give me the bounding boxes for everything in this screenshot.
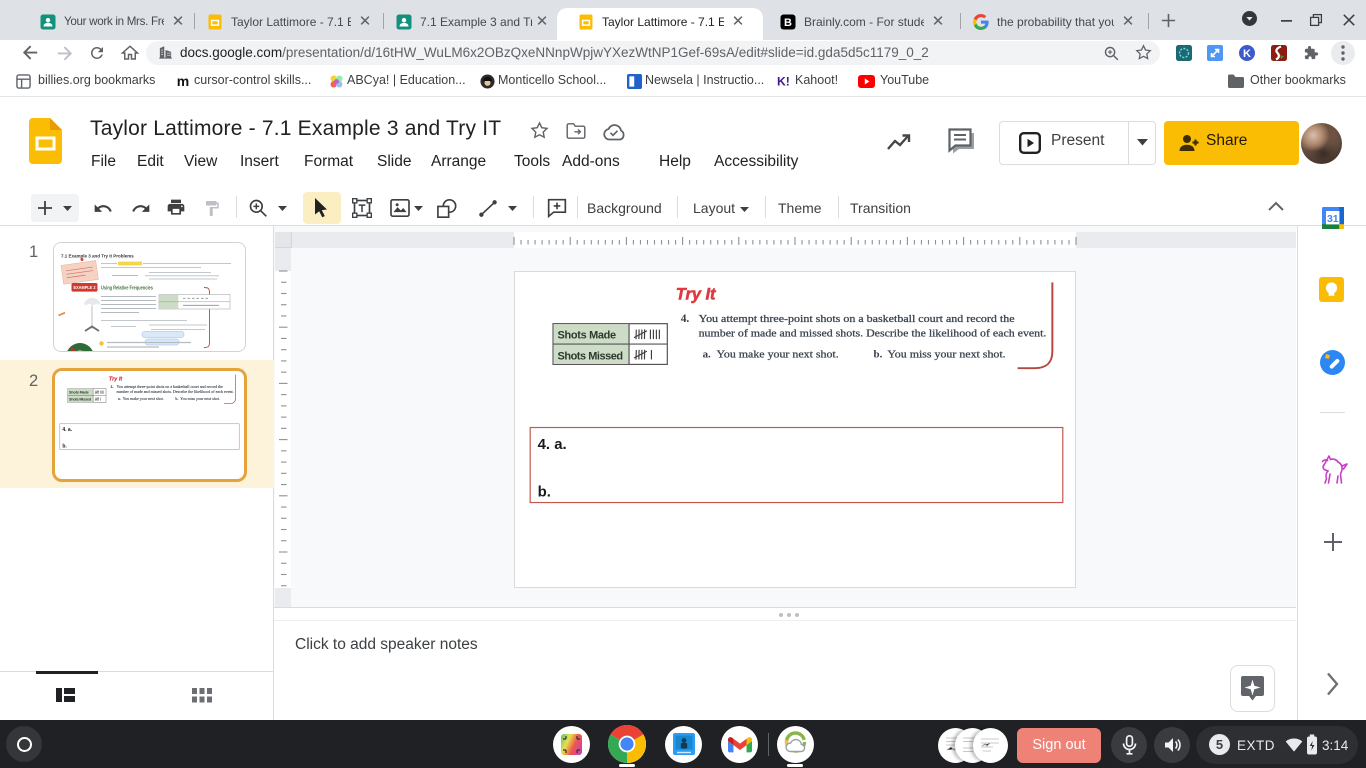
svg-text:Using Relative Frequencies: Using Relative Frequencies	[101, 286, 153, 292]
svg-text:7.1 Example 3 and Try It Probl: 7.1 Example 3 and Try It Problems	[61, 254, 134, 259]
svg-text:K!: K!	[777, 75, 790, 89]
svg-text:31: 31	[1327, 213, 1339, 225]
svg-text:m: m	[177, 73, 189, 89]
svg-text:K: K	[1243, 48, 1251, 60]
svg-text:EXAMPLE 2: EXAMPLE 2	[74, 285, 96, 290]
svg-text:B: B	[784, 17, 792, 29]
